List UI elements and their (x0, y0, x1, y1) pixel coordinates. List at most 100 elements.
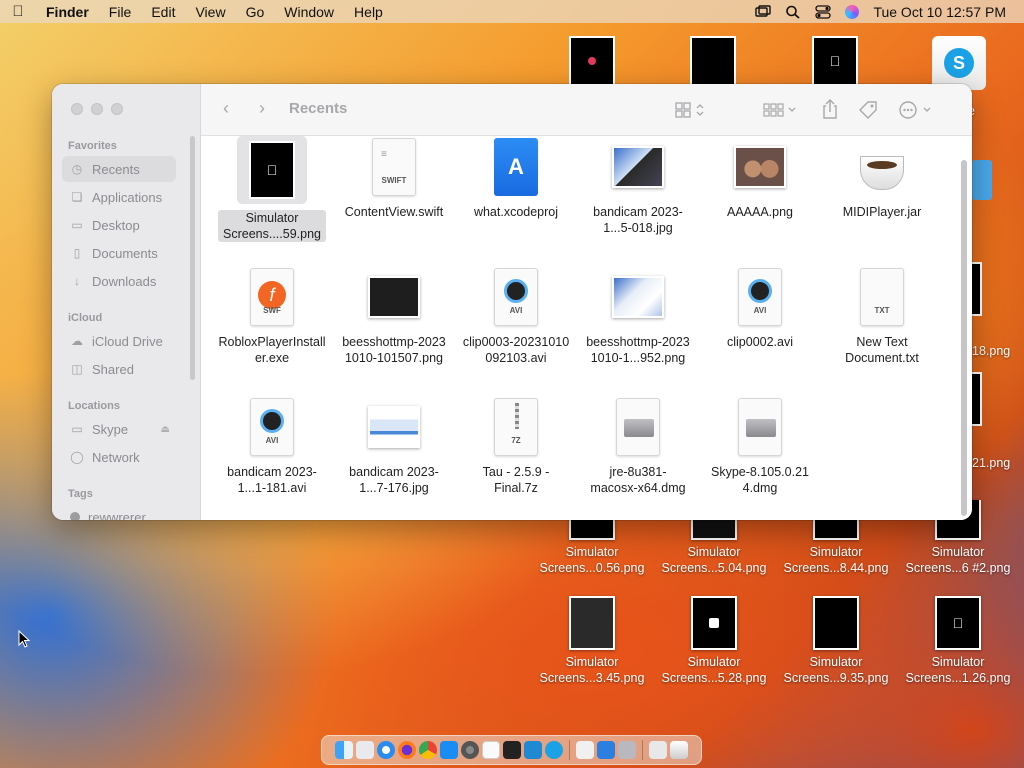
mouse-cursor-icon (18, 630, 30, 648)
terminal-dock-icon[interactable] (503, 741, 521, 759)
file-name: clip0003-20231010092103.avi (462, 335, 570, 365)
file-item[interactable]: jre-8u381-macosx-x64.dmg (579, 396, 697, 496)
vscode-dock-icon[interactable] (524, 741, 542, 759)
file-item[interactable]: beesshottmp-20231010-101507.png (335, 266, 453, 366)
document-icon: ▯ (73, 246, 81, 260)
disk-utility-dock-icon[interactable] (618, 741, 636, 759)
finder-toolbar: ‹ › Recents (201, 84, 972, 136)
icon-view-grid-icon[interactable] (675, 101, 707, 119)
sidebar-item-tag[interactable]: rewwrerer (62, 504, 176, 520)
zoom-button[interactable] (111, 103, 123, 115)
file-name: clip0002.avi (726, 335, 793, 349)
close-button[interactable] (71, 103, 83, 115)
file-item[interactable]: A what.xcodeproj (457, 136, 575, 220)
menu-clock[interactable]: Tue Oct 10 12:57 PM (873, 4, 1006, 20)
menu-view[interactable]: View (185, 4, 235, 20)
eject-icon[interactable]: ⏏ (161, 424, 170, 435)
forward-chevron-icon[interactable]: › (259, 98, 265, 119)
file-item[interactable]: f SWF RobloxPlayerInstaller.exe (213, 266, 331, 366)
desktop-skype-icon[interactable]: S (932, 36, 986, 90)
sidebar-item-label: Shared (92, 361, 134, 377)
menu-help[interactable]: Help (344, 4, 393, 20)
desktop-thumb-top-2[interactable] (690, 36, 736, 86)
file-name: ContentView.swift (344, 205, 444, 219)
file-item[interactable]: beesshottmp-20231010-1...952.png (579, 266, 697, 366)
more-actions-icon[interactable] (898, 100, 936, 120)
desktop-file-label: Simulator Screens...1.26.png (905, 655, 1011, 685)
sidebar-item-documents[interactable]: ▯ Documents (62, 240, 176, 266)
file-item[interactable]: Skype-8.105.0.214.dmg (701, 396, 819, 496)
menu-app-finder[interactable]: Finder (36, 4, 99, 20)
sidebar-item-downloads[interactable]: ↓ Downloads (62, 268, 176, 294)
file-item[interactable]: AAAAA.png (701, 136, 819, 220)
sidebar-item-recents[interactable]: ◷ Recents (62, 156, 176, 182)
finder-dock-icon[interactable] (335, 741, 353, 759)
xcode-dock-icon[interactable] (597, 741, 615, 759)
tag-icon[interactable] (857, 99, 879, 121)
xcodeproj-icon: A (490, 136, 542, 198)
activity-monitor-dock-icon[interactable] (576, 741, 594, 759)
desktop-file[interactable]: Simulator Screens...9.35.png (777, 596, 895, 686)
screen-mirroring-icon[interactable] (755, 4, 772, 19)
apple-logo-icon:  (953, 615, 964, 631)
file-name: bandicam 2023-1...7-176.jpg (349, 465, 439, 495)
menu-edit[interactable]: Edit (141, 4, 185, 20)
file-name: bandicam 2023-1...5-018.jpg (593, 205, 683, 235)
desktop-folder-partial[interactable] (972, 160, 992, 200)
sidebar-scrollbar[interactable] (190, 136, 195, 380)
file-item[interactable]: 7Z Tau - 2.5.9 - Final.7z (457, 396, 575, 496)
desktop-thumb-top-1[interactable] (569, 36, 615, 86)
apple-menu-icon[interactable]:  (0, 3, 36, 20)
menu-window[interactable]: Window (274, 4, 344, 20)
sidebar-item-label: Documents (92, 245, 158, 261)
tag-dot-icon (70, 512, 80, 520)
chrome-dock-icon[interactable] (419, 741, 437, 759)
siri-icon[interactable] (845, 4, 860, 19)
sidebar-item-shared[interactable]: ◫ Shared (62, 356, 176, 382)
applications-icon: ❏ (71, 190, 83, 204)
launchpad-dock-icon[interactable] (356, 741, 374, 759)
desktop-thumb-top-3[interactable]:  (812, 36, 858, 86)
downloads-stack-dock-icon[interactable] (649, 741, 667, 759)
spotlight-search-icon[interactable] (785, 5, 801, 19)
share-icon[interactable] (821, 98, 839, 120)
file-thumbnail:  (935, 596, 981, 650)
file-item[interactable]: MIDIPlayer.jar (823, 136, 941, 220)
file-grid:  Simulator Screens....59.png ≡SWIFT Con… (201, 136, 972, 520)
system-settings-dock-icon[interactable] (461, 741, 479, 759)
image-thumbnail-icon (368, 266, 420, 328)
shared-folder-icon: ◫ (71, 362, 83, 376)
minimize-button[interactable] (91, 103, 103, 115)
content-scrollbar[interactable] (961, 160, 967, 516)
desktop-file[interactable]: Simulator Screens...5.28.png (655, 596, 773, 686)
file-item[interactable]: AVI clip0002.avi (701, 266, 819, 350)
desktop-file-label: Simulator Screens...6 #2.png (905, 545, 1011, 575)
sidebar-item-desktop[interactable]: ▭ Desktop (62, 212, 176, 238)
safari-dock-icon[interactable] (377, 741, 395, 759)
file-item[interactable]: ≡ SWIFT ContentView.swift (335, 136, 453, 220)
control-center-icon[interactable] (815, 4, 832, 19)
file-item[interactable]: bandicam 2023-1...5-018.jpg (579, 136, 697, 236)
file-item[interactable]: bandicam 2023-1...7-176.jpg (335, 396, 453, 496)
skype-dock-icon[interactable] (545, 741, 563, 759)
desktop-file[interactable]:  Simulator Screens...1.26.png (899, 596, 1017, 686)
file-item[interactable]:  Simulator Screens....59.png (213, 136, 331, 242)
trash-dock-icon[interactable] (670, 741, 688, 759)
menu-go[interactable]: Go (236, 4, 275, 20)
file-item[interactable]: AVI bandicam 2023-1...1-181.avi (213, 396, 331, 496)
sidebar-item-skype[interactable]: ▭ Skype ⏏ (62, 416, 176, 442)
desktop-file[interactable]: Simulator Screens...3.45.png (533, 596, 651, 686)
firefox-dock-icon[interactable] (398, 741, 416, 759)
file-item[interactable]: AVI clip0003-20231010092103.avi (457, 266, 575, 366)
sidebar-item-applications[interactable]: ❏ Applications (62, 184, 176, 210)
textedit-dock-icon[interactable] (482, 741, 500, 759)
sidebar-item-network[interactable]: ◯ Network (62, 444, 176, 470)
menu-file[interactable]: File (99, 4, 142, 20)
file-name: RobloxPlayerInstaller.exe (218, 335, 326, 365)
group-by-icon[interactable] (763, 101, 799, 119)
back-chevron-icon[interactable]: ‹ (223, 98, 229, 119)
app-store-dock-icon[interactable] (440, 741, 458, 759)
sidebar-item-icloud-drive[interactable]: ☁ iCloud Drive (62, 328, 176, 354)
cloud-icon: ☁ (71, 334, 83, 348)
file-item[interactable]: TXT New Text Document.txt (823, 266, 941, 366)
